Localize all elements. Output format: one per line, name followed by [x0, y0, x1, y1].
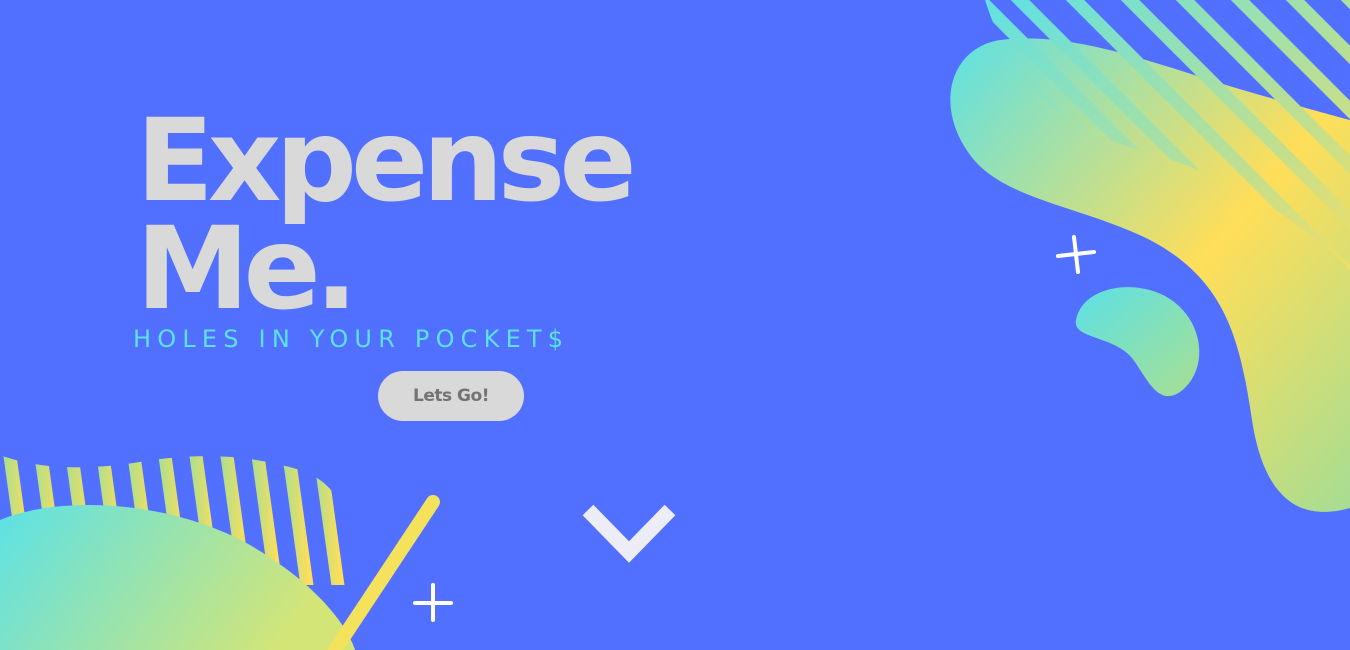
- tagline: HOLES IN YOUR POCKET$: [133, 325, 570, 353]
- app-title-line-1: Expense: [136, 94, 637, 227]
- app-title-line-2: Me.: [136, 202, 358, 335]
- lets-go-button[interactable]: Lets Go!: [378, 371, 524, 421]
- scroll-down-button[interactable]: [582, 500, 676, 564]
- hero-section: Expense Me. HOLES IN YOUR POCKET$ Lets G…: [0, 0, 1350, 650]
- chevron-down-icon: [582, 504, 676, 563]
